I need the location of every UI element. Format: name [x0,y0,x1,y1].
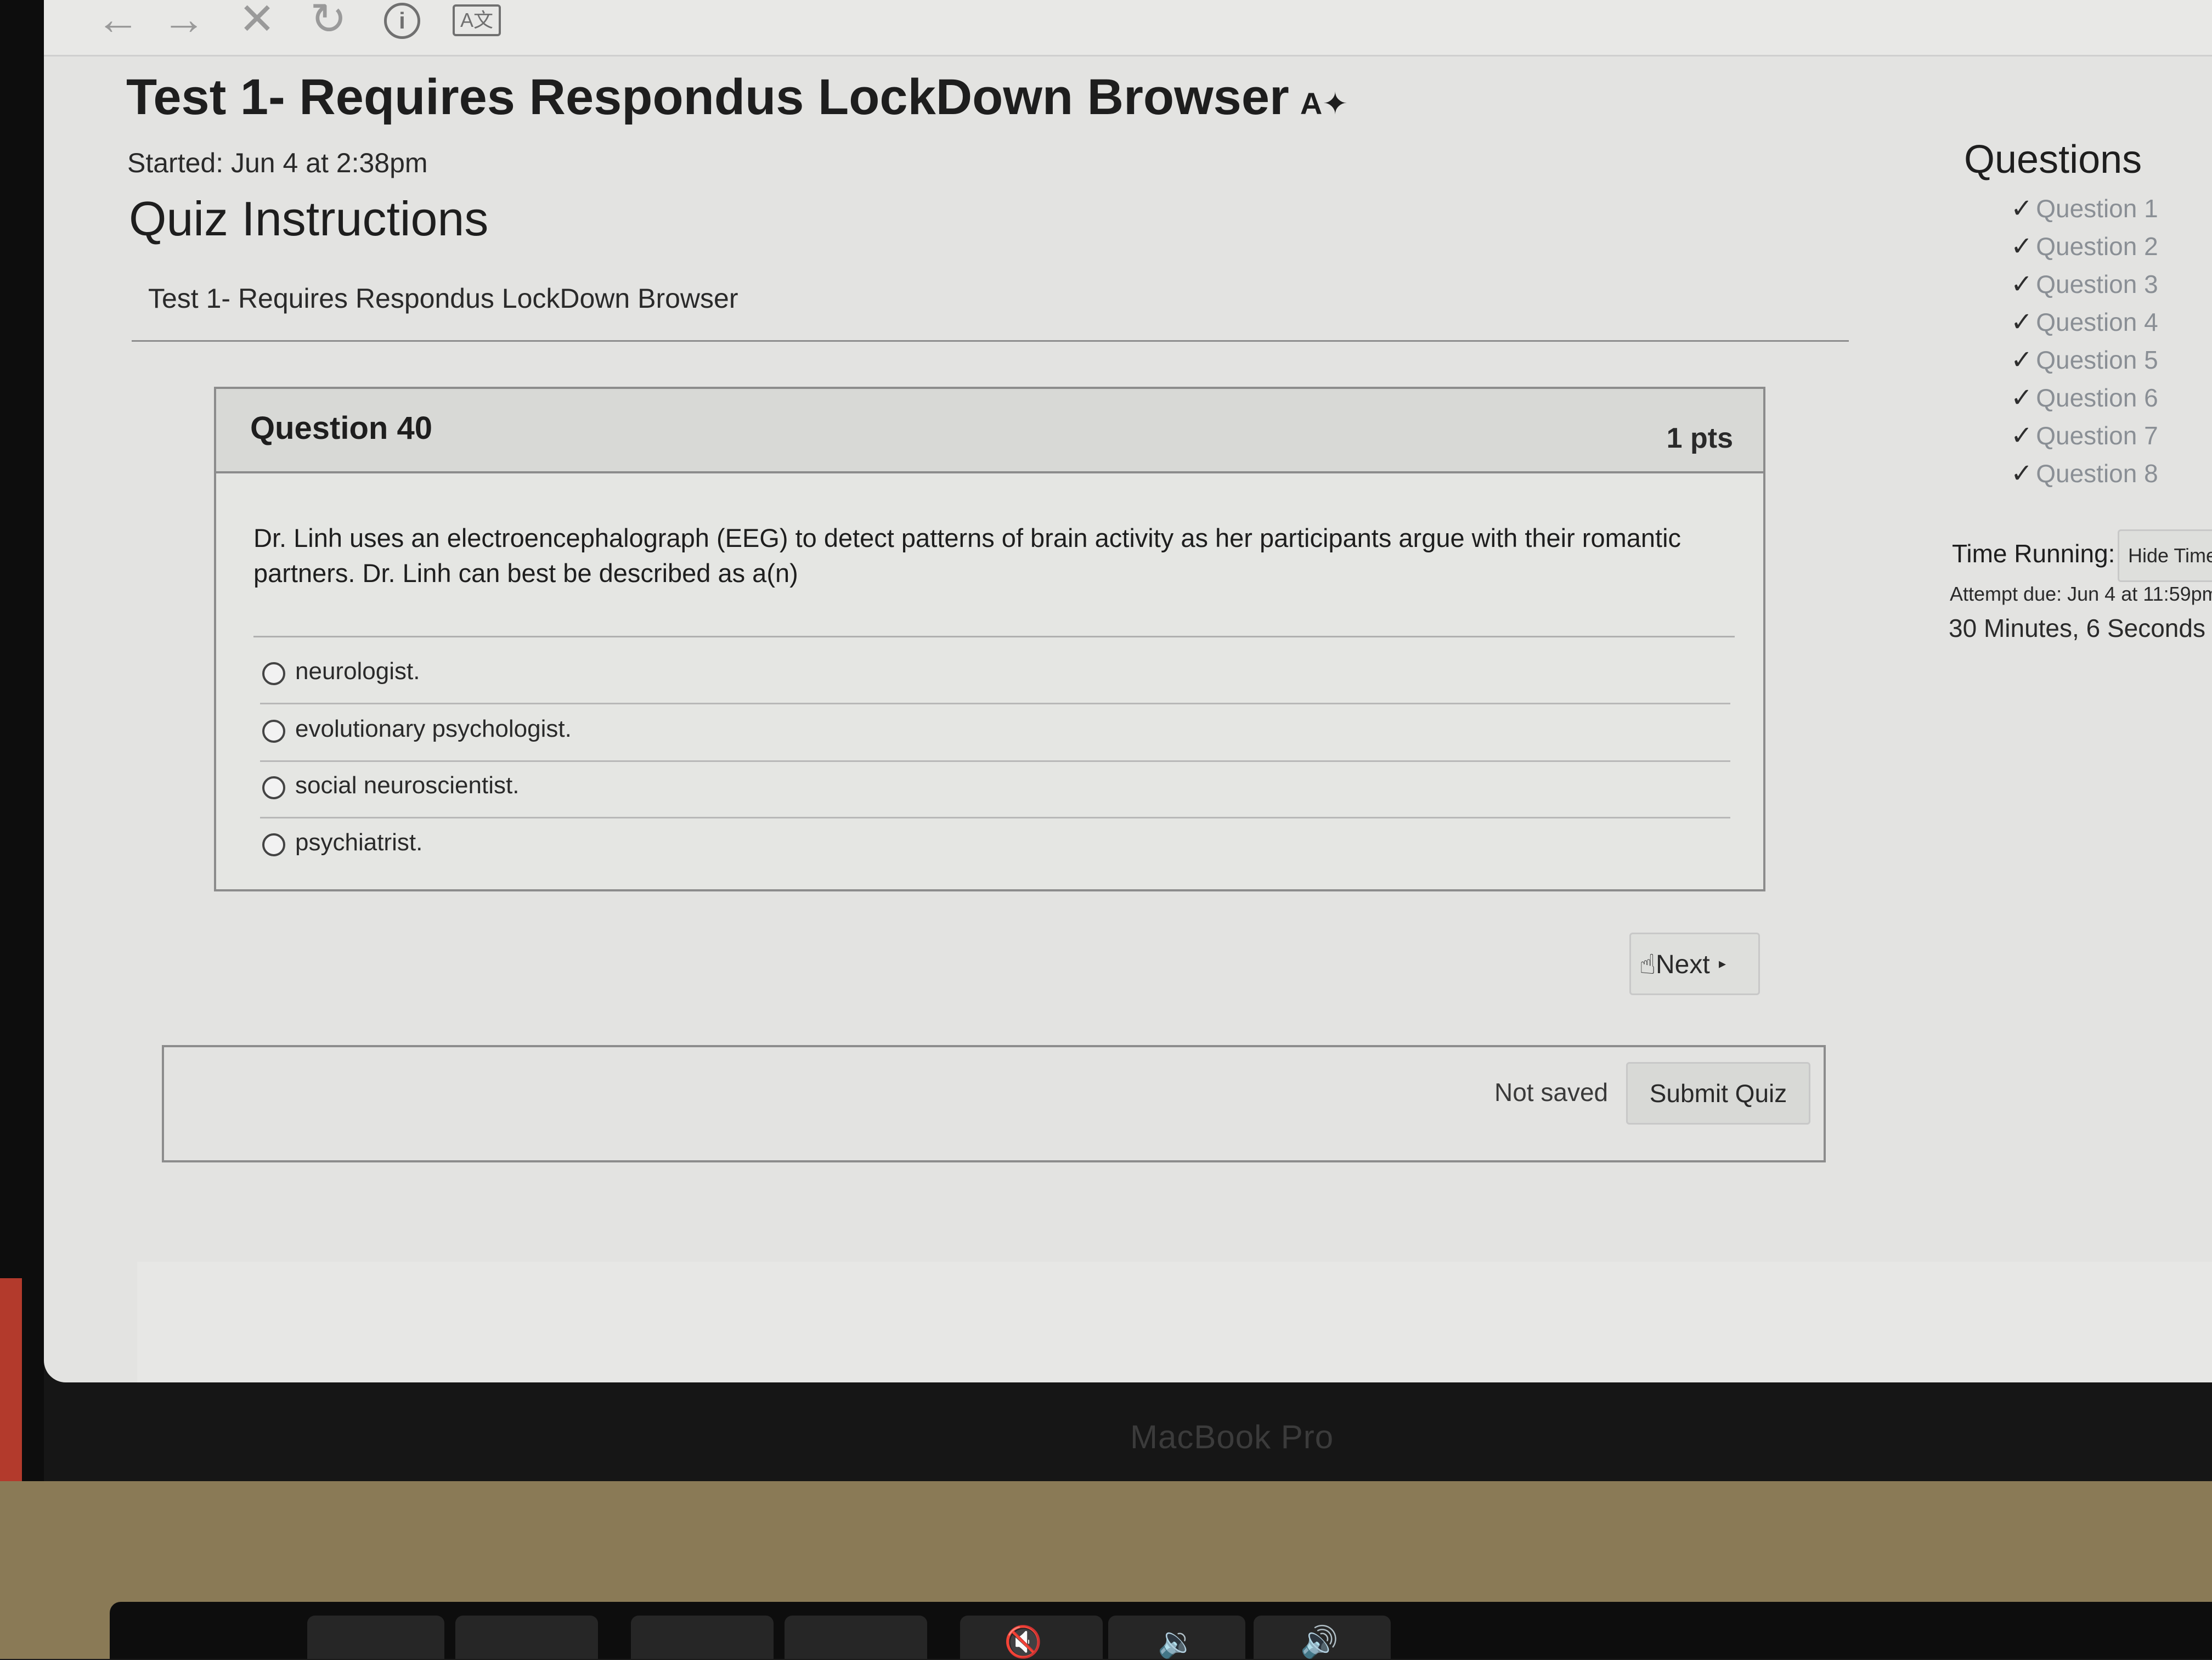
reload-icon[interactable]: ↻ [310,0,347,41]
laptop-brand-label: MacBook Pro [1130,1419,1334,1455]
submit-quiz-button[interactable]: Submit Quiz [1626,1062,1810,1125]
checkmark-icon: ✓ [2011,459,2033,488]
page-title: Test 1- Requires Respondus LockDown Brow… [126,69,1348,126]
radio-button[interactable] [262,720,285,743]
arrow-left-icon[interactable]: ← [96,0,140,41]
question-text: Dr. Linh uses an electroencephalograph (… [253,523,1681,588]
volume-down-icon: 🔉 [1158,1624,1196,1659]
touch-bar-key[interactable] [455,1616,598,1659]
browser-toolbar: ← → ✕ ↻ i A文 [44,0,2212,57]
radio-button[interactable] [262,833,285,856]
answer-label[interactable]: neurologist. [295,658,420,685]
info-icon[interactable]: i [384,3,420,39]
time-elapsed: 30 Minutes, 6 Seconds [1949,614,2205,642]
caret-right-icon: ▸ [1719,955,1726,972]
checkmark-icon: ✓ [2011,421,2033,450]
sidebar-item-question-4[interactable]: ✓ Question 4 [2011,307,2158,345]
sidebar-title: Questions [1964,138,2142,182]
close-icon[interactable]: ✕ [239,0,275,41]
instructions-divider [132,340,1849,342]
radio-button[interactable] [262,776,285,799]
touch-bar-key[interactable] [785,1616,927,1659]
sidebar-item-question-1[interactable]: ✓ Question 1 [2011,193,2158,231]
sidebar-item-question-3[interactable]: ✓ Question 3 [2011,269,2158,307]
question-title: Question 40 [250,410,432,446]
sidebar-item-question-5[interactable]: ✓ Question 5 [2011,345,2158,382]
mute-icon: 🔇 [1004,1624,1042,1659]
hide-time-button[interactable]: Hide Time [2118,529,2212,582]
touch-bar-key[interactable] [631,1616,774,1659]
checkmark-icon: ✓ [2011,194,2033,223]
checkmark-icon: ✓ [2011,308,2033,337]
question-header: Question 40 1 pts [216,389,1763,473]
sidebar-item-question-6[interactable]: ✓ Question 6 [2011,382,2158,420]
hand-cursor-icon: ☝ [1639,949,1656,980]
question-card: Question 40 1 pts Dr. Linh uses an elect… [214,387,1765,891]
sidebar-item-question-2[interactable]: ✓ Question 2 [2011,231,2158,269]
question-points: 1 pts [1666,422,1733,454]
volume-up-icon: 🔊 [1300,1624,1339,1659]
answer-label[interactable]: evolutionary psychologist. [295,715,572,743]
page-title-text: Test 1- Requires Respondus LockDown Brow… [126,69,1289,125]
time-running-label: Time Running: [1952,539,2115,568]
answer-label[interactable]: psychiatrist. [295,829,422,856]
next-button[interactable]: ☝ Next ▸ [1629,933,1760,995]
translate-icon[interactable]: A文 [453,4,501,36]
question-separator [253,636,1735,637]
checkmark-icon: ✓ [2011,270,2033,299]
arrow-right-icon[interactable]: → [162,0,206,41]
touch-bar-key[interactable] [307,1616,444,1659]
answer-label[interactable]: social neuroscientist. [295,772,519,799]
started-timestamp: Started: Jun 4 at 2:38pm [127,148,428,178]
sidebar-item-question-8[interactable]: ✓ Question 8 [2011,458,2158,496]
answer-option[interactable]: neurologist. [260,647,1730,704]
instructions-text: Test 1- Requires Respondus LockDown Brow… [148,283,738,314]
checkmark-icon: ✓ [2011,232,2033,261]
instructions-heading: Quiz Instructions [129,191,489,246]
question-list: ✓ Question 1 ✓ Question 2 ✓ Question 3 ✓ Que… [2011,193,2158,496]
quiz-footer: Not saved Submit Quiz [162,1045,1826,1162]
next-button-label[interactable]: Next [1656,950,1710,980]
answer-option[interactable]: social neuroscientist. [260,761,1730,818]
answer-option[interactable]: psychiatrist. [260,818,1730,874]
checkmark-icon: ✓ [2011,383,2033,413]
text-size-icon[interactable]: A✦ [1300,86,1348,121]
checkmark-icon: ✓ [2011,346,2033,375]
attempt-due-text: Attempt due: Jun 4 at 11:59pm [1950,583,2212,605]
answer-option[interactable]: evolutionary psychologist. [260,704,1730,762]
sidebar-item-question-7[interactable]: ✓ Question 7 [2011,420,2158,458]
save-status: Not saved [1494,1078,1609,1106]
radio-button[interactable] [262,662,285,685]
